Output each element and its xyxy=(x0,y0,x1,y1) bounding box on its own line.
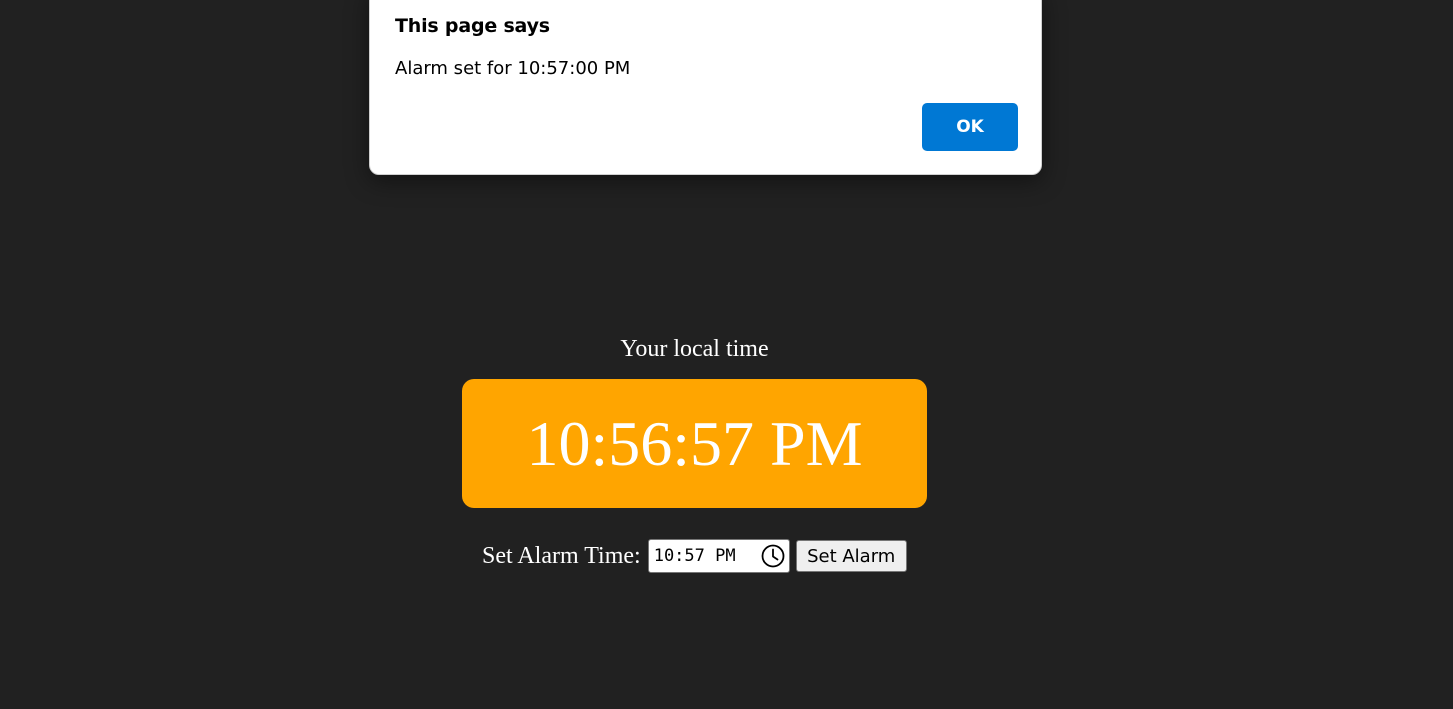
alarm-row: Set Alarm Time: 10:57 PM Set Alarm xyxy=(482,539,907,573)
alert-dialog: This page says Alarm set for 10:57:00 PM… xyxy=(369,0,1042,175)
alarm-time-input[interactable]: 10:57 PM xyxy=(647,539,790,573)
set-alarm-button[interactable]: Set Alarm xyxy=(795,540,907,572)
alarm-label: Set Alarm Time: xyxy=(482,542,641,569)
alarm-time-value: 10:57 PM xyxy=(653,546,736,566)
local-time-label: Your local time xyxy=(620,336,769,362)
clock-icon[interactable] xyxy=(761,544,785,568)
dialog-message: Alarm set for 10:57:00 PM xyxy=(395,58,631,79)
ok-button[interactable]: OK xyxy=(922,103,1018,151)
dialog-title: This page says xyxy=(395,15,550,37)
clock-time: 10:56:57 PM xyxy=(526,407,863,479)
clock-display: 10:56:57 PM xyxy=(462,379,927,508)
